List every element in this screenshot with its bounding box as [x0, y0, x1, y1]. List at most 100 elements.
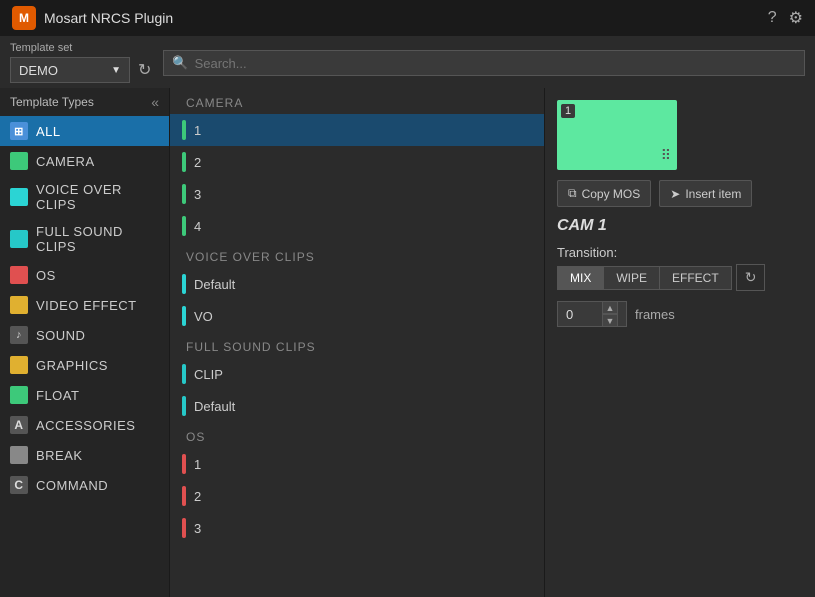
- command-icon: C: [10, 476, 28, 494]
- sidebar-label-voice-over: VOICE OVER CLIPS: [36, 182, 159, 212]
- template-item[interactable]: 4: [170, 210, 544, 242]
- sidebar-item-sound[interactable]: ♪ SOUND: [0, 320, 169, 350]
- color-bar: [182, 216, 186, 236]
- insert-item-label: Insert item: [685, 187, 741, 201]
- help-icon[interactable]: ?: [768, 9, 777, 27]
- color-bar: [182, 454, 186, 474]
- app-title: Mosart NRCS Plugin: [44, 10, 173, 26]
- sidebar-item-voice-over[interactable]: VOICE OVER CLIPS: [0, 176, 169, 218]
- transition-section: Transition: MIX WIPE EFFECT ↻: [557, 245, 803, 291]
- transition-tabs: MIX WIPE EFFECT: [557, 266, 732, 290]
- color-bar: [182, 518, 186, 538]
- template-set-dropdown[interactable]: DEMO ▼: [10, 57, 130, 83]
- sidebar-label-command: COMMAND: [36, 478, 108, 493]
- graphics-icon: [10, 356, 28, 374]
- tab-effect[interactable]: EFFECT: [659, 266, 732, 290]
- settings-icon[interactable]: ⚙: [789, 8, 803, 28]
- sidebar: Template Types « ⊞ ALL CAMERA VOICE OVER…: [0, 88, 170, 597]
- sidebar-item-full-sound[interactable]: FULL SOUND CLIPS: [0, 218, 169, 260]
- break-icon: [10, 446, 28, 464]
- template-item[interactable]: 2: [170, 480, 544, 512]
- color-bar: [182, 364, 186, 384]
- sidebar-label-accessories: ACCESSORIES: [36, 418, 135, 433]
- copy-mos-button[interactable]: ⧉ Copy MOS: [557, 180, 651, 207]
- color-bar: [182, 486, 186, 506]
- camera-icon: [10, 152, 28, 170]
- frames-row: 0 ▲ ▼ frames: [557, 301, 803, 327]
- transition-refresh-button[interactable]: ↻: [736, 264, 766, 291]
- color-bar: [182, 184, 186, 204]
- full-sound-icon: [10, 230, 28, 248]
- frames-increment[interactable]: ▲: [602, 301, 618, 314]
- sidebar-item-camera[interactable]: CAMERA: [0, 146, 169, 176]
- color-bar: [182, 120, 186, 140]
- sidebar-item-command[interactable]: C COMMAND: [0, 470, 169, 500]
- sidebar-item-all[interactable]: ⊞ ALL: [0, 116, 169, 146]
- color-bar: [182, 152, 186, 172]
- template-item[interactable]: Default: [170, 268, 544, 300]
- preview-badge: 1: [561, 104, 575, 118]
- template-item[interactable]: 1: [170, 114, 544, 146]
- right-panel: 1 ⠿ ⧉ Copy MOS ➤ Insert item CAM 1 Trans…: [545, 88, 815, 597]
- sidebar-label-full-sound: FULL SOUND CLIPS: [36, 224, 159, 254]
- sidebar-item-video-effect[interactable]: VIDEO EFFECT: [0, 290, 169, 320]
- section-header-camera: CAMERA: [170, 88, 544, 114]
- sidebar-label-float: FLOAT: [36, 388, 79, 403]
- panel-buttons: ⧉ Copy MOS ➤ Insert item: [557, 180, 803, 207]
- voice-over-icon: [10, 188, 28, 206]
- main-content: Template Types « ⊞ ALL CAMERA VOICE OVER…: [0, 88, 815, 597]
- color-bar: [182, 396, 186, 416]
- frames-input-group: 0 ▲ ▼: [557, 301, 627, 327]
- color-bar: [182, 306, 186, 326]
- title-bar-left: M Mosart NRCS Plugin: [12, 6, 173, 30]
- sidebar-item-graphics[interactable]: GRAPHICS: [0, 350, 169, 380]
- sidebar-item-break[interactable]: BREAK: [0, 440, 169, 470]
- all-icon: ⊞: [10, 122, 28, 140]
- frames-value: 0: [566, 307, 573, 322]
- color-bar: [182, 274, 186, 294]
- spinner-buttons: ▲ ▼: [602, 301, 618, 327]
- top-toolbar: Template set DEMO ▼ ↻ 🔍: [0, 36, 815, 88]
- app-icon: M: [12, 6, 36, 30]
- sidebar-label-break: BREAK: [36, 448, 83, 463]
- sidebar-label-camera: CAMERA: [36, 154, 95, 169]
- template-item[interactable]: 3: [170, 512, 544, 544]
- float-icon: [10, 386, 28, 404]
- template-item[interactable]: 2: [170, 146, 544, 178]
- sidebar-label-all: ALL: [36, 124, 61, 139]
- sidebar-label-os: OS: [36, 268, 56, 283]
- refresh-button[interactable]: ↻: [134, 56, 155, 84]
- tab-wipe[interactable]: WIPE: [603, 266, 659, 290]
- section-header-full-sound: FULL SOUND CLIPS: [170, 332, 544, 358]
- template-item[interactable]: Default: [170, 390, 544, 422]
- frames-label: frames: [635, 307, 675, 322]
- template-item[interactable]: CLIP: [170, 358, 544, 390]
- sound-icon: ♪: [10, 326, 28, 344]
- search-input[interactable]: [195, 56, 796, 71]
- template-item[interactable]: VO: [170, 300, 544, 332]
- tab-mix[interactable]: MIX: [557, 266, 603, 290]
- sidebar-item-os[interactable]: OS: [0, 260, 169, 290]
- template-set-label: Template set: [10, 42, 155, 54]
- accessories-icon: A: [10, 416, 28, 434]
- title-bar-right: ? ⚙: [768, 8, 803, 28]
- video-effect-icon: [10, 296, 28, 314]
- collapse-icon[interactable]: «: [151, 94, 159, 110]
- sidebar-label-graphics: GRAPHICS: [36, 358, 108, 373]
- search-box: 🔍: [163, 50, 805, 76]
- sidebar-header: Template Types «: [0, 88, 169, 116]
- template-list: CAMERA 1 2 3 4 VOICE OVER CLIPS Default …: [170, 88, 545, 597]
- sidebar-item-float[interactable]: FLOAT: [0, 380, 169, 410]
- section-header-os: OS: [170, 422, 544, 448]
- preview-box: 1 ⠿: [557, 100, 677, 170]
- copy-mos-label: Copy MOS: [582, 187, 641, 201]
- template-set-group: Template set DEMO ▼ ↻: [10, 42, 155, 84]
- os-icon: [10, 266, 28, 284]
- template-item[interactable]: 3: [170, 178, 544, 210]
- sidebar-label-sound: SOUND: [36, 328, 85, 343]
- sidebar-item-accessories[interactable]: A ACCESSORIES: [0, 410, 169, 440]
- template-item[interactable]: 1: [170, 448, 544, 480]
- frames-decrement[interactable]: ▼: [602, 314, 618, 327]
- cam-title: CAM 1: [557, 217, 803, 235]
- insert-item-button[interactable]: ➤ Insert item: [659, 180, 752, 207]
